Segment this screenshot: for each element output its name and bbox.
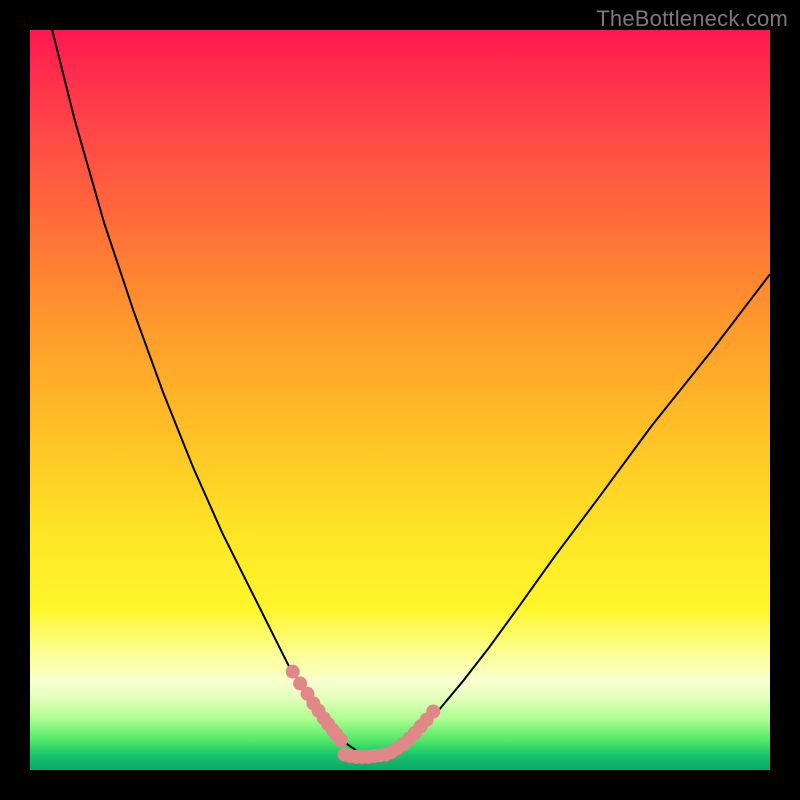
left-markers-pt [334, 733, 348, 747]
chart-svg [30, 30, 770, 770]
marker-layer [286, 665, 441, 764]
right-curve [370, 274, 770, 757]
curve-layer [52, 30, 770, 757]
frame: TheBottleneck.com [0, 0, 800, 800]
bottom-markers-pt [373, 748, 387, 762]
left-markers-pt [286, 665, 300, 679]
plot-area [30, 30, 770, 770]
watermark-text: TheBottleneck.com [596, 6, 788, 32]
left-curve [52, 30, 370, 757]
right-markers-pt [426, 705, 440, 719]
